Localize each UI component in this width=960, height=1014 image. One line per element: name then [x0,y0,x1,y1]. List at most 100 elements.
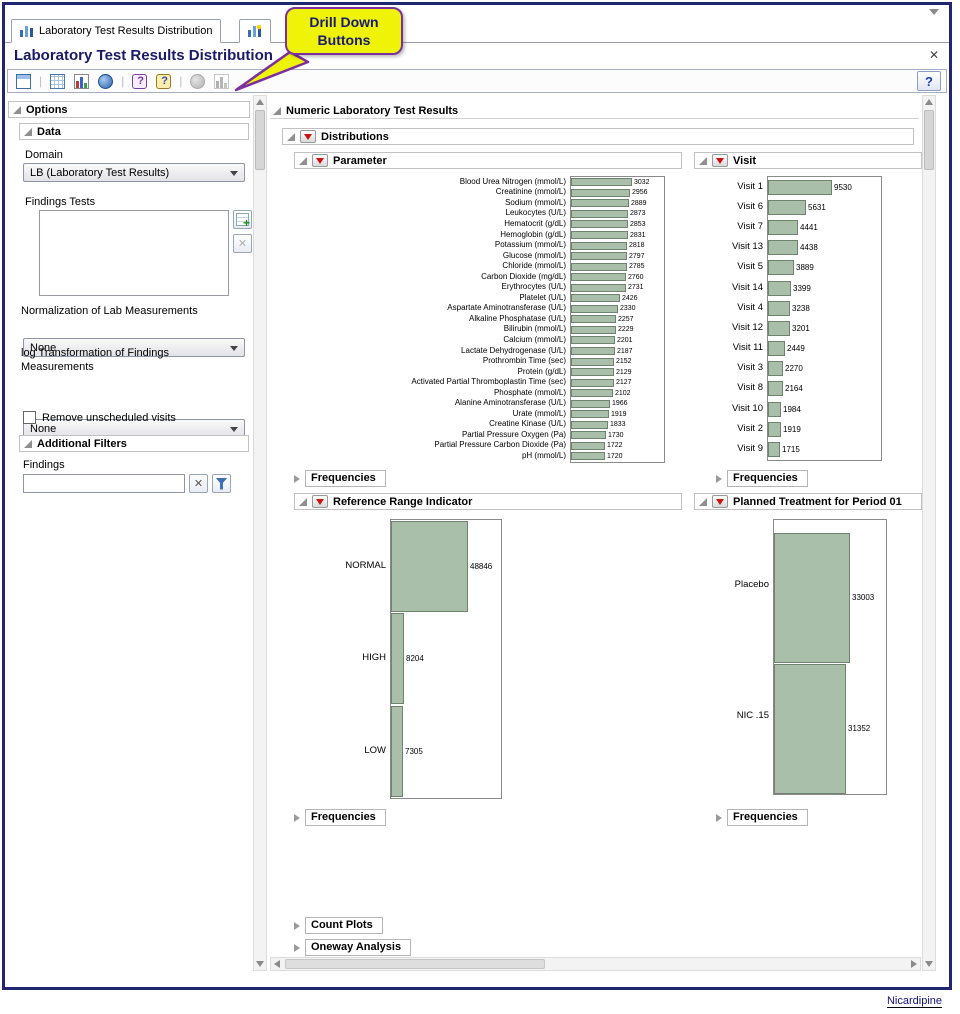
options-header[interactable]: Options [8,101,250,118]
distributions-header[interactable]: Distributions [282,128,914,145]
report-scrollbar[interactable] [922,95,936,971]
red-triangle-menu-button[interactable] [312,154,328,167]
visit-frequencies-toggle[interactable]: Frequencies [716,470,808,487]
chart-bar[interactable] [571,315,616,323]
chart-bar[interactable] [774,664,846,794]
chart-bar[interactable] [774,533,850,663]
chart-bar[interactable] [571,421,608,429]
web-report-icon[interactable] [95,71,116,91]
status-link[interactable]: Nicardipine [887,995,942,1008]
window-menu-chevron-icon[interactable] [929,9,939,15]
review-notes-icon[interactable] [153,71,174,91]
red-triangle-menu-button[interactable] [312,495,328,508]
parameter-header[interactable]: Parameter [294,152,682,169]
additional-filters-header[interactable]: Additional Filters [19,435,249,452]
chart-bar[interactable] [571,294,620,302]
chart-bar[interactable] [571,452,605,460]
chart-bar[interactable] [571,231,628,239]
chart-bar[interactable] [768,301,790,316]
chart-bar[interactable] [768,361,783,376]
chart-bar[interactable] [571,220,628,228]
visit-header[interactable]: Visit [694,152,922,169]
chart-bar[interactable] [571,199,629,207]
chart-bar[interactable] [571,389,613,397]
chart-bar[interactable] [571,284,626,292]
scroll-up-icon[interactable] [925,99,933,105]
chart-bar[interactable] [571,347,615,355]
chart-bar[interactable] [571,210,628,218]
chart-bar[interactable] [571,379,614,387]
numeric-results-header[interactable]: Numeric Laboratory Test Results [270,103,919,119]
chart-bar[interactable] [768,260,794,275]
scroll-left-icon[interactable] [274,960,280,968]
chart-category-label: pH (mmol/L) [294,450,570,461]
add-tests-button[interactable] [233,210,252,229]
chart-bar[interactable] [768,220,798,235]
red-triangle-menu-button[interactable] [300,130,316,143]
help-button[interactable]: ? [917,71,941,91]
red-triangle-menu-button[interactable] [712,495,728,508]
findings-tests-listbox[interactable] [39,210,229,296]
horizontal-scrollbar[interactable] [270,957,921,971]
parameter-frequencies-toggle[interactable]: Frequencies [294,470,386,487]
refrange-frequencies-toggle[interactable]: Frequencies [294,809,386,826]
chart-bar[interactable] [768,341,785,356]
chart-bar[interactable] [571,410,609,418]
scroll-right-icon[interactable] [911,960,917,968]
reference-range-header[interactable]: Reference Range Indicator [294,493,682,510]
bar-chart-report-icon[interactable] [71,71,92,91]
data-section-header[interactable]: Data [19,123,249,140]
open-report-icon[interactable] [13,71,34,91]
chart-bar[interactable] [768,422,781,437]
notes-icon[interactable] [129,71,150,91]
chart-bar[interactable] [768,321,790,336]
chart-bar[interactable] [571,242,627,250]
chart-bar[interactable] [571,189,630,197]
chart-bar[interactable] [768,402,781,417]
chart-bar[interactable] [391,706,403,797]
scroll-down-icon[interactable] [256,961,264,967]
chart-bar[interactable] [768,281,791,296]
chart-bar[interactable] [571,358,614,366]
scrollbar-thumb[interactable] [255,110,265,170]
treatment-frequencies-toggle[interactable]: Frequencies [716,809,808,826]
chart-bar[interactable] [571,368,614,376]
chart-bar[interactable] [571,178,632,186]
chart-bar[interactable] [768,240,798,255]
chart-bar[interactable] [571,263,627,271]
chart-bar[interactable] [571,400,610,408]
chart-bar[interactable] [571,305,618,313]
chart-bar[interactable] [571,273,626,281]
clear-filter-button[interactable]: ✕ [189,474,208,493]
remove-unscheduled-checkbox[interactable] [23,411,36,424]
chart-bar[interactable] [768,381,783,396]
chart-bar[interactable] [391,613,404,704]
scrollbar-thumb[interactable] [285,959,545,969]
scrollbar-thumb[interactable] [924,110,934,170]
oneway-analysis-toggle[interactable]: Oneway Analysis [294,939,411,956]
planned-treatment-header[interactable]: Planned Treatment for Period 01 [694,493,922,510]
domain-select[interactable]: LB (Laboratory Test Results) [23,163,245,182]
options-scrollbar[interactable] [253,95,267,971]
chart-bar[interactable] [571,252,627,260]
chart-bar[interactable] [391,521,468,612]
data-table-icon[interactable] [47,71,68,91]
tab-secondary-report[interactable] [239,19,271,43]
chart-value: 2102 [615,390,631,397]
scroll-down-icon[interactable] [925,961,933,967]
apply-filter-button[interactable] [212,474,231,493]
tab-laboratory-test-results[interactable]: Laboratory Test Results Distribution [11,19,221,43]
chart-bar[interactable] [768,200,806,215]
chart-bar[interactable] [571,431,606,439]
close-icon[interactable]: ✕ [929,49,939,61]
chart-value: 2270 [785,364,803,373]
red-triangle-menu-button[interactable] [712,154,728,167]
findings-filter-input[interactable] [23,474,185,493]
scroll-up-icon[interactable] [256,99,264,105]
chart-bar[interactable] [571,326,616,334]
chart-bar[interactable] [571,336,615,344]
chart-bar[interactable] [571,442,605,450]
chart-bar[interactable] [768,180,832,195]
count-plots-toggle[interactable]: Count Plots [294,917,383,934]
chart-bar[interactable] [768,442,780,457]
